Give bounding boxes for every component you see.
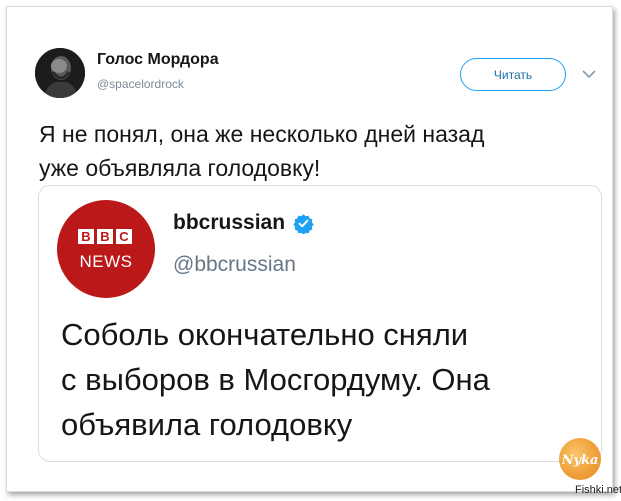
author-avatar[interactable] <box>35 48 85 98</box>
avatar-image <box>35 48 85 98</box>
screenshot-frame: Голос Мордора @spacelordrock Читать Я не… <box>6 6 613 492</box>
watermark-badge-lettering: Nyka <box>562 453 598 468</box>
watermark-site: Fishki.net <box>575 484 621 496</box>
quoted-tweet-card[interactable]: B B C NEWS bbcrussian @bbcrussian Соболь… <box>38 185 602 462</box>
author-handle[interactable]: @spacelordrock <box>97 77 184 91</box>
watermark-badge: Nyka <box>559 438 601 480</box>
bbc-logo-blocks: B B C <box>78 229 132 244</box>
watermark-badge-text: Nyka <box>562 453 598 468</box>
verified-badge-icon <box>293 213 314 235</box>
quoted-author-handle[interactable]: @bbcrussian <box>173 253 296 277</box>
bbc-logo-news: NEWS <box>79 252 133 271</box>
chevron-down-icon[interactable] <box>581 67 597 79</box>
bbc-news-logo[interactable]: B B C NEWS <box>57 200 155 298</box>
author-name[interactable]: Голос Мордора <box>97 51 219 69</box>
quoted-text-line: Соболь окончательно сняли <box>61 317 469 352</box>
quoted-text-line: объявила голодовку <box>61 407 353 442</box>
tweet-text: Я не понял, она же несколько дней назад … <box>39 117 599 185</box>
quoted-author[interactable]: bbcrussian <box>173 211 314 235</box>
quoted-tweet-text: Соболь окончательно сняли с выборов в Мо… <box>61 312 601 447</box>
bbc-logo-letter: B <box>97 229 113 244</box>
tweet-text-line: Я не понял, она же несколько дней назад <box>39 121 485 147</box>
bbc-logo-letter: C <box>116 229 132 244</box>
quoted-author-name: bbcrussian <box>173 211 286 234</box>
follow-button[interactable]: Читать <box>460 58 566 91</box>
tweet-text-line: уже объявляла голодовку! <box>39 155 321 181</box>
bbc-logo-letter: B <box>78 229 94 244</box>
quoted-text-line: с выборов в Мосгордуму. Она <box>61 362 490 397</box>
